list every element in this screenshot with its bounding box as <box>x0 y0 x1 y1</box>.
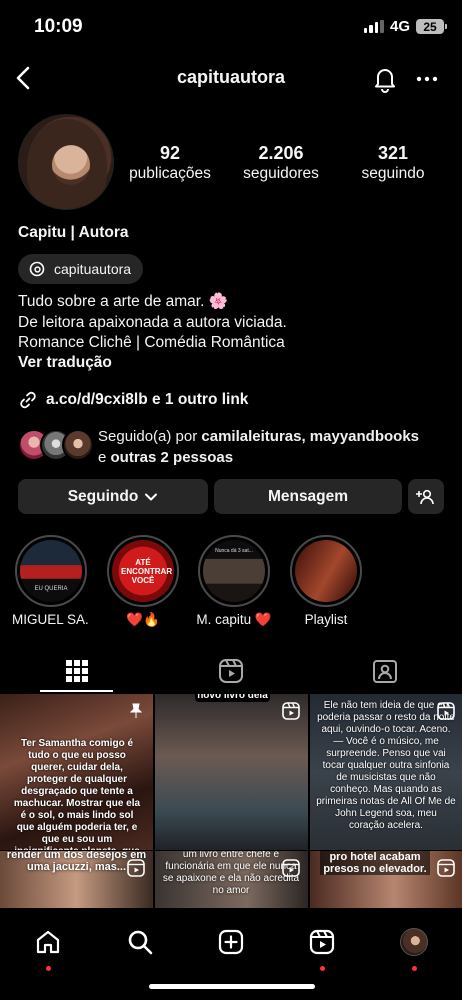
home-indicator <box>149 984 315 989</box>
tab-posts-grid[interactable] <box>0 650 154 692</box>
bio-line: De leitora apaixonada a autora viciada. <box>18 313 287 331</box>
reel-icon <box>437 702 455 720</box>
grid-icon <box>66 660 88 682</box>
posts-label: publicações <box>129 165 211 182</box>
highlight-label: M. capitu ❤️ <box>196 612 272 627</box>
following-button-label: Seguindo <box>67 487 139 505</box>
status-indicators: 4G 25 <box>363 18 447 35</box>
notification-dot <box>412 966 417 971</box>
pin-icon <box>129 703 143 718</box>
post-thumbnail[interactable]: Ter Samantha comigo é tudo o que eu poss… <box>0 694 153 850</box>
bio: Tudo sobre a arte de amar. 🌸 De leitora … <box>18 292 287 354</box>
follower-avatar <box>62 429 94 461</box>
threads-handle: capituautora <box>54 261 132 277</box>
following-value: 321 <box>377 143 409 163</box>
nav-create[interactable] <box>211 922 251 962</box>
nav-home[interactable] <box>28 922 68 971</box>
followers-value: 2.206 <box>258 143 304 163</box>
threads-icon <box>29 261 45 277</box>
add-person-icon <box>416 489 434 504</box>
link-text: a.co/d/9cxi8lb e 1 outro link <box>46 391 249 408</box>
highlight-cover-text: EU QUERIA <box>34 586 68 592</box>
followed-others: outras 2 pessoas <box>110 449 234 466</box>
post-thumbnail[interactable]: pro hotel acabam presos no elevador. <box>310 851 462 908</box>
highlight-label: Playlist <box>304 612 348 627</box>
followers-label: seguidores <box>243 165 319 182</box>
post-thumbnail[interactable]: Ele não tem ideia de que eu poderia pass… <box>310 694 462 850</box>
post-thumbnail[interactable]: um livro entre chefe e funcionária em qu… <box>155 851 308 908</box>
profile-avatar-small <box>400 928 428 956</box>
message-button[interactable]: Mensagem <box>214 479 402 514</box>
post-caption: Ter Samantha comigo é tudo o que eu poss… <box>13 738 141 850</box>
highlight-cover: ATÉ ENCONTRAR VOCÊ <box>112 540 174 602</box>
post-thumbnail[interactable]: render um dos desejos em uma jacuzzi, ma… <box>0 851 153 908</box>
external-link[interactable]: a.co/d/9cxi8lb e 1 outro link <box>18 390 248 410</box>
highlight-cover-text: Nunca dá 3 sat... <box>215 548 253 554</box>
active-tab-indicator <box>40 690 113 692</box>
highlight-cover-text: ATÉ ENCONTRAR VOCÊ <box>121 557 173 585</box>
reels-icon <box>309 929 335 955</box>
nav-profile[interactable] <box>394 922 434 971</box>
followed-middle: e <box>98 449 111 466</box>
network-type: 4G <box>389 18 410 35</box>
post-caption: Ele não tem ideia de que eu poderia pass… <box>316 700 456 831</box>
posts-value: 92 <box>159 143 181 163</box>
battery-icon: 25 <box>416 19 447 34</box>
following-label: seguindo <box>361 165 425 182</box>
search-icon <box>128 930 153 955</box>
home-icon <box>36 930 60 954</box>
highlight-item[interactable]: ATÉ ENCONTRAR VOCÊ ❤️🔥 <box>104 535 182 628</box>
tagged-person-icon <box>373 660 397 683</box>
followers-count[interactable]: 2.206 seguidores <box>226 142 336 184</box>
reel-icon <box>127 859 145 877</box>
link-icon <box>20 391 36 409</box>
highlight-label: ❤️🔥 <box>126 612 160 627</box>
post-thumbnail[interactable]: novo livro dela <box>155 694 308 850</box>
following-count[interactable]: 321 seguindo <box>338 142 448 184</box>
followed-names: camilaleituras, mayyandbooks <box>201 428 420 445</box>
highlight-item[interactable]: Playlist <box>287 535 365 627</box>
notification-dot <box>320 966 325 971</box>
threads-badge[interactable]: capituautora <box>18 254 144 284</box>
notification-dot <box>46 966 51 971</box>
bio-line: Tudo sobre a arte de amar. 🌸 <box>18 293 228 310</box>
chevron-down-icon <box>145 493 158 500</box>
reel-icon <box>282 702 300 720</box>
highlight-cover <box>295 540 357 602</box>
message-button-label: Mensagem <box>267 487 349 505</box>
see-translation-link[interactable]: Ver tradução <box>18 354 112 372</box>
reels-icon <box>219 659 243 683</box>
nav-reels[interactable] <box>302 922 342 971</box>
followed-by-text: Seguido(a) por camilaleituras, mayyandbo… <box>98 426 419 468</box>
post-caption: um livro entre chefe e funcionária em qu… <box>162 851 300 896</box>
posts-count[interactable]: 92 publicações <box>115 142 225 184</box>
highlight-item[interactable]: Nunca dá 3 sat... M. capitu ❤️ <box>195 535 273 628</box>
post-top-caption: novo livro dela <box>195 694 270 702</box>
bio-line: Romance Clichê | Comédia Romântica <box>18 334 285 351</box>
highlight-cover: Nunca dá 3 sat... <box>203 540 265 602</box>
reel-icon <box>437 859 455 877</box>
add-post-icon <box>218 929 244 955</box>
signal-icon <box>363 20 384 33</box>
nav-search[interactable] <box>120 922 160 962</box>
post-caption: pro hotel acabam presos no elevador. <box>320 851 430 875</box>
suggested-users-button[interactable] <box>408 479 444 514</box>
followed-prefix: Seguido(a) por <box>98 428 202 445</box>
profile-avatar[interactable] <box>18 114 114 210</box>
reel-icon <box>282 859 300 877</box>
highlight-cover: EU QUERIA <box>20 540 82 602</box>
status-time: 10:09 <box>34 16 83 37</box>
tab-tagged[interactable] <box>308 650 462 692</box>
highlight-item[interactable]: EU QUERIA MIGUEL SA... <box>12 535 90 627</box>
tab-reels[interactable] <box>154 650 308 692</box>
highlight-label: MIGUEL SA... <box>12 612 90 627</box>
display-name: Capitu | Autora <box>18 224 129 241</box>
more-options-icon[interactable] <box>414 66 440 92</box>
following-button[interactable]: Seguindo <box>18 479 208 514</box>
bell-icon[interactable] <box>372 65 398 93</box>
battery-level: 25 <box>423 19 437 34</box>
